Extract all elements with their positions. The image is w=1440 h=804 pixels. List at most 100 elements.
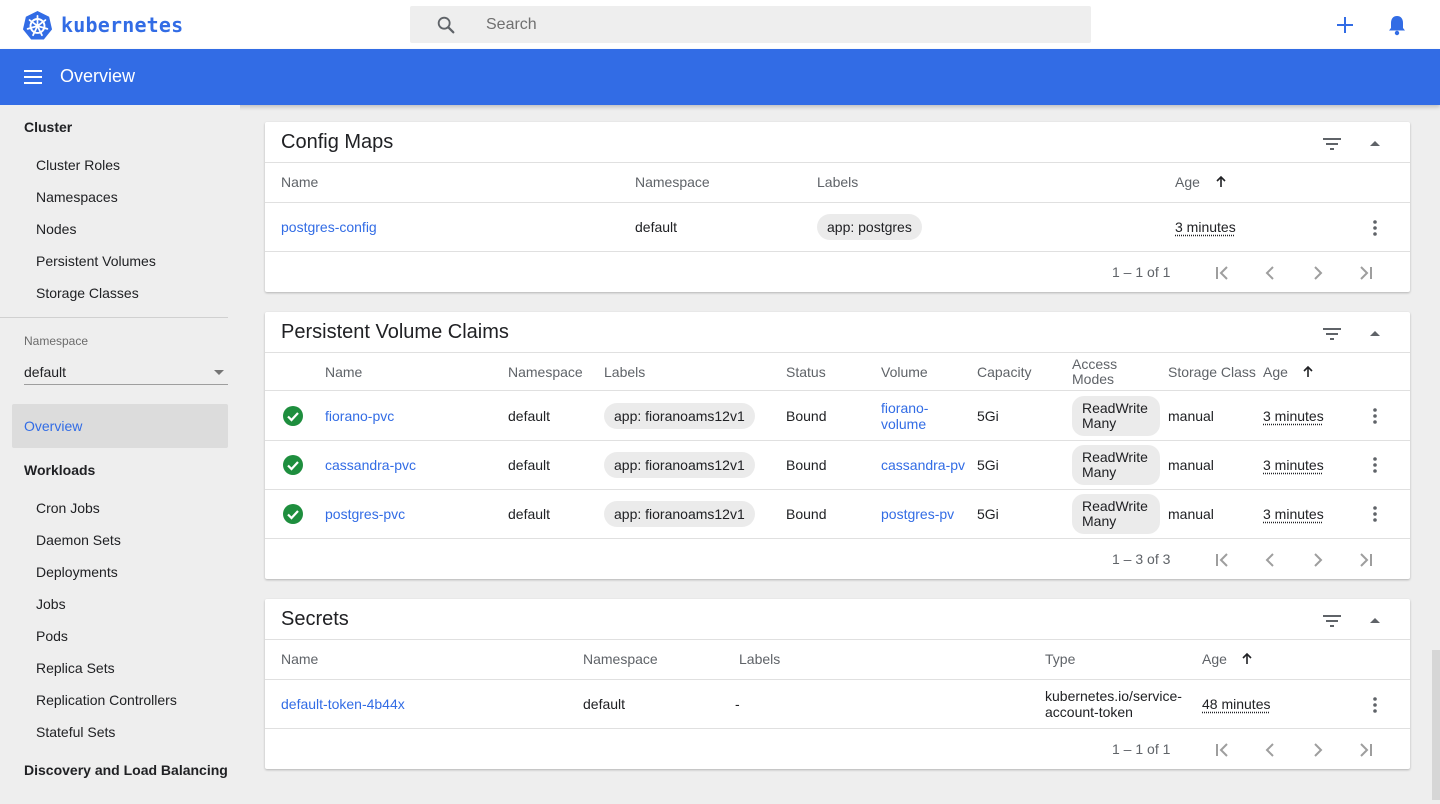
prev-page-button[interactable] — [1258, 261, 1282, 285]
collapse-icon[interactable] — [1363, 609, 1387, 633]
notifications-button[interactable] — [1384, 12, 1410, 38]
scrollbar[interactable] — [1432, 650, 1440, 800]
column-header-access-modes[interactable]: Access Modes — [1072, 357, 1117, 387]
secrets-card: Secrets Name Namespace Labels Type Age d… — [265, 599, 1410, 769]
sidebar-item-pods[interactable]: Pods — [36, 628, 68, 644]
search-input[interactable] — [486, 15, 1046, 34]
label-chip: app: fioranoams12v1 — [604, 403, 755, 429]
namespace-cell: default — [508, 506, 551, 522]
sidebar-item-storage-classes[interactable]: Storage Classes — [36, 285, 139, 301]
first-page-button[interactable] — [1210, 738, 1234, 762]
column-header-name[interactable]: Name — [281, 175, 318, 190]
access-mode-line2: Many — [1082, 415, 1117, 431]
namespace-cell: default — [583, 696, 626, 712]
namespace-select[interactable]: default — [24, 357, 228, 385]
next-page-button[interactable] — [1306, 548, 1330, 572]
prev-page-button[interactable] — [1258, 738, 1282, 762]
hamburger-menu-icon[interactable] — [22, 65, 46, 89]
sidebar-section-workloads[interactable]: Workloads — [24, 462, 95, 478]
create-button[interactable] — [1332, 12, 1358, 38]
access-mode-chip: ReadWrite Many — [1072, 494, 1160, 534]
column-header-volume[interactable]: Volume — [881, 365, 928, 380]
column-header-age[interactable]: Age — [1263, 365, 1288, 380]
sidebar-item-jobs[interactable]: Jobs — [36, 596, 66, 612]
volume-link[interactable]: postgres-pv — [881, 506, 954, 522]
card-title: Config Maps — [281, 131, 394, 153]
brand-name: kubernetes — [61, 13, 184, 37]
divider — [265, 352, 1410, 353]
age-cell: 3 minutes — [1263, 457, 1324, 473]
sidebar-divider — [0, 317, 228, 318]
more-vert-icon — [1373, 457, 1377, 473]
access-mode-line2: Many — [1082, 464, 1117, 480]
pagination-range: 1 – 1 of 1 — [1112, 264, 1171, 280]
sidebar-item-replication-controllers[interactable]: Replication Controllers — [36, 692, 177, 708]
row-actions-button[interactable] — [1365, 404, 1385, 428]
pvc-name-link[interactable]: fiorano-pvc — [325, 408, 394, 424]
chevron-right-icon — [1314, 553, 1323, 567]
pagination-range: 1 – 1 of 1 — [1112, 741, 1171, 757]
first-page-button[interactable] — [1210, 261, 1234, 285]
column-header-name[interactable]: Name — [325, 365, 362, 380]
column-header-type[interactable]: Type — [1045, 652, 1075, 667]
more-vert-icon — [1373, 408, 1377, 424]
last-page-icon — [1360, 743, 1372, 757]
column-header-age[interactable]: Age — [1202, 652, 1227, 667]
age-cell: 48 minutes — [1202, 696, 1271, 712]
first-page-button[interactable] — [1210, 548, 1234, 572]
sidebar-item-cluster-roles[interactable]: Cluster Roles — [36, 157, 120, 173]
sidebar-item-label: Overview — [24, 418, 83, 434]
access-mode-line1: ReadWrite — [1082, 400, 1148, 416]
dropdown-arrow-icon — [214, 370, 224, 375]
collapse-icon[interactable] — [1363, 322, 1387, 346]
divider — [265, 251, 1410, 252]
collapse-icon[interactable] — [1363, 132, 1387, 156]
column-header-storage-class[interactable]: Storage Class — [1168, 365, 1256, 380]
column-header-age[interactable]: Age — [1175, 175, 1200, 190]
last-page-button[interactable] — [1354, 548, 1378, 572]
sidebar-item-replica-sets[interactable]: Replica Sets — [36, 660, 115, 676]
column-header-namespace[interactable]: Namespace — [508, 365, 583, 380]
sidebar-item-overview[interactable]: Overview — [12, 404, 228, 448]
config-maps-card: Config Maps Name Namespace Labels Age po… — [265, 122, 1410, 292]
last-page-button[interactable] — [1354, 261, 1378, 285]
volume-link[interactable]: fiorano- volume — [881, 400, 928, 432]
sidebar-item-stateful-sets[interactable]: Stateful Sets — [36, 724, 115, 740]
filter-icon[interactable] — [1320, 132, 1344, 156]
column-header-capacity[interactable]: Capacity — [977, 365, 1031, 380]
filter-icon[interactable] — [1320, 609, 1344, 633]
volume-link[interactable]: cassandra-pv — [881, 457, 965, 473]
next-page-button[interactable] — [1306, 738, 1330, 762]
filter-icon[interactable] — [1320, 322, 1344, 346]
prev-page-button[interactable] — [1258, 548, 1282, 572]
storage-class-cell: manual — [1168, 506, 1214, 522]
sidebar-section-cluster[interactable]: Cluster — [24, 119, 72, 135]
row-actions-button[interactable] — [1365, 502, 1385, 526]
column-header-status[interactable]: Status — [786, 365, 826, 380]
sidebar-item-cron-jobs[interactable]: Cron Jobs — [36, 500, 100, 516]
pvc-name-link[interactable]: cassandra-pvc — [325, 457, 416, 473]
access-mode-chip: ReadWrite Many — [1072, 445, 1160, 485]
sidebar-item-persistent-volumes[interactable]: Persistent Volumes — [36, 253, 156, 269]
column-header-namespace[interactable]: Namespace — [583, 652, 658, 667]
sidebar-item-daemon-sets[interactable]: Daemon Sets — [36, 532, 121, 548]
last-page-button[interactable] — [1354, 738, 1378, 762]
sidebar-item-deployments[interactable]: Deployments — [36, 564, 118, 580]
bell-icon — [1389, 16, 1405, 36]
sidebar-item-nodes[interactable]: Nodes — [36, 221, 76, 237]
sort-ascending-icon[interactable] — [1240, 652, 1254, 666]
config-map-name-link[interactable]: postgres-config — [281, 219, 377, 235]
row-actions-button[interactable] — [1365, 453, 1385, 477]
column-header-namespace[interactable]: Namespace — [635, 175, 710, 190]
pvc-name-link[interactable]: postgres-pvc — [325, 506, 405, 522]
next-page-button[interactable] — [1306, 261, 1330, 285]
row-actions-button[interactable] — [1365, 693, 1385, 717]
column-header-name[interactable]: Name — [281, 652, 318, 667]
sort-ascending-icon[interactable] — [1301, 365, 1315, 379]
row-actions-button[interactable] — [1365, 216, 1385, 240]
secret-name-link[interactable]: default-token-4b44x — [281, 696, 405, 712]
kubernetes-logo[interactable]: kubernetes — [22, 10, 183, 40]
sidebar-item-namespaces[interactable]: Namespaces — [36, 189, 118, 205]
sidebar-section-discovery[interactable]: Discovery and Load Balancing — [24, 762, 228, 778]
sort-ascending-icon[interactable] — [1214, 175, 1228, 189]
